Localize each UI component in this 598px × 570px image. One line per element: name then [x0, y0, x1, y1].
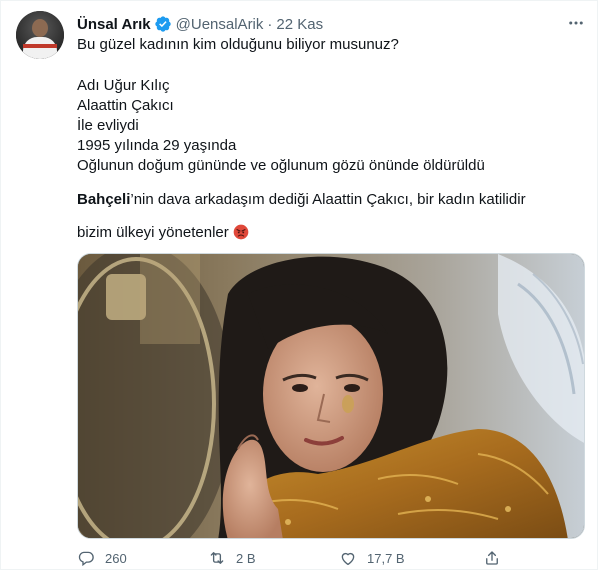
tweet-text-line: Bu güzel kadının kim olduğunu biliyor mu…: [77, 36, 399, 53]
tweet-text-last: bizim ülkeyi yönetenler: [77, 224, 229, 241]
retweet-icon: [210, 552, 224, 564]
tweet-text-line: bizim ülkeyi yönetenler: [77, 223, 577, 243]
tweet-text-line: Alaattin Çakıcı: [77, 97, 174, 114]
header-separator: ·: [267, 15, 273, 33]
tweet-timestamp[interactable]: 22 Kas: [276, 16, 323, 33]
tweet-card[interactable]: Ünsal Arık @UensalArik · 22 Kas Bu güzel…: [0, 0, 598, 570]
tweet-text-line: Bahçeli’nin dava arkadaşım dediği Alaatt…: [77, 190, 577, 210]
tweet-text-line: İle evliydi: [77, 117, 139, 134]
tweet-text-line: Adı Uğur Kılıç: [77, 77, 170, 94]
like-icon: [341, 552, 355, 566]
reply-icon: [78, 551, 94, 567]
avatar[interactable]: [16, 11, 64, 59]
retweet-button[interactable]: 2 B: [208, 547, 256, 569]
share-icon: [486, 551, 498, 565]
tweet-header: Ünsal Arık @UensalArik · 22 Kas: [77, 14, 323, 34]
tweet-photo[interactable]: [77, 253, 585, 539]
tweet-actions: 260 2 B 17,7 B: [77, 547, 577, 569]
reply-button[interactable]: 260: [77, 547, 127, 569]
tweet-text-line: 1995 yılında 29 yaşında: [77, 137, 237, 154]
verified-badge-icon: [154, 16, 171, 32]
author-handle[interactable]: @UensalArik: [176, 16, 264, 33]
angry-face-emoji: [233, 224, 249, 240]
share-button[interactable]: [483, 547, 501, 569]
reply-count: 260: [105, 550, 127, 566]
like-button[interactable]: 17,7 B: [339, 547, 405, 569]
tweet-text-line: Oğlunun doğum gününde ve oğlunum gözü ön…: [77, 157, 485, 174]
photo-illustration: [78, 254, 584, 538]
more-icon[interactable]: [565, 13, 587, 33]
like-count: 17,7 B: [367, 550, 405, 566]
tweet-text-rest: ’nin dava arkadaşım dediği Alaattin Çakı…: [130, 191, 526, 208]
retweet-count: 2 B: [236, 550, 256, 566]
author-name[interactable]: Ünsal Arık: [77, 16, 151, 33]
bold-name: Bahçeli: [77, 191, 131, 208]
